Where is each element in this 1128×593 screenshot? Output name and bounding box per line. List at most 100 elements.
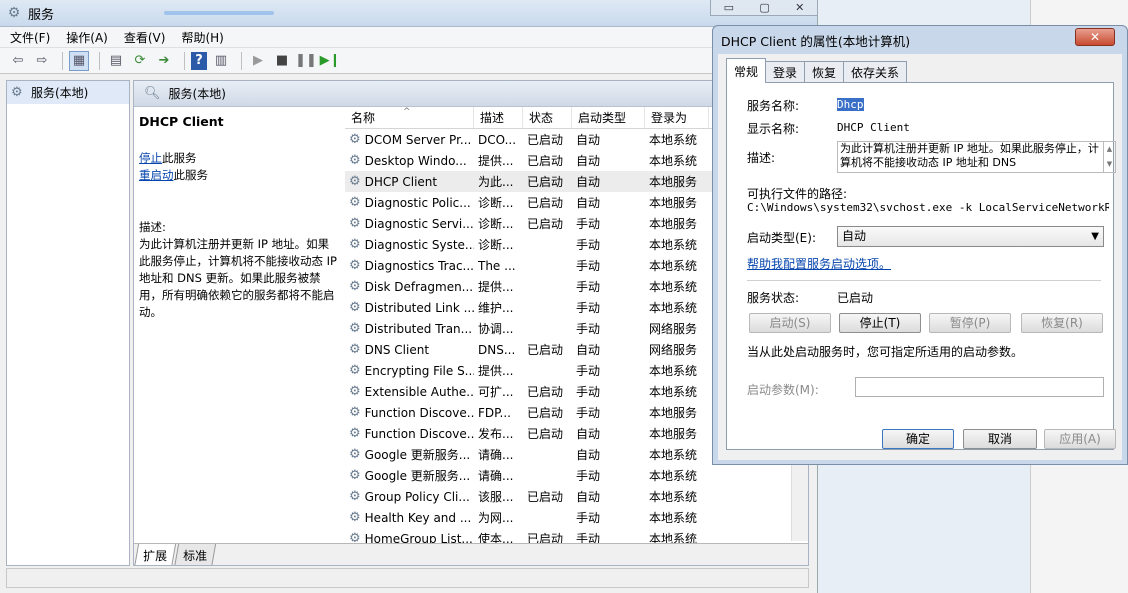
- description-box[interactable]: 为此计算机注册并更新 IP 地址。如果此服务停止，计算机将不能接收动态 IP 地…: [837, 141, 1104, 173]
- column-startup-type[interactable]: 启动类型: [572, 107, 645, 128]
- pause-button[interactable]: 暂停(P): [929, 313, 1011, 333]
- cell-startup-type: 自动: [576, 427, 601, 441]
- cell-startup-type: 手动: [576, 385, 601, 399]
- service-gear-icon: ⚙: [349, 489, 361, 504]
- table-row[interactable]: ⚙ Google 更新服务... 请确... 手动 本地系统: [345, 465, 808, 486]
- cell-name: ⚙ Group Policy Cli...: [349, 489, 470, 504]
- service-name-label: 服务名称:: [747, 99, 800, 113]
- services-panel: 🔍︎ 服务(本地) DHCP Client 停止此服务 重启动此服务 描述: 为…: [133, 80, 809, 566]
- properties-icon[interactable]: ▤: [106, 51, 126, 71]
- maximize-icon[interactable]: ▢: [759, 1, 769, 14]
- panel-header-label: 服务(本地): [168, 87, 226, 101]
- table-row[interactable]: ⚙ Group Policy Cli... 该服... 已启动 自动 本地系统: [345, 486, 808, 507]
- restart-icon[interactable]: ▶❙: [320, 51, 341, 71]
- tab-logon[interactable]: 登录: [765, 61, 806, 83]
- table-row[interactable]: ⚙ Health Key and ... 为网... 手动 本地系统: [345, 507, 808, 528]
- cell-name: ⚙ DHCP Client: [349, 174, 438, 189]
- close-icon[interactable]: ✕: [795, 1, 804, 14]
- back-icon[interactable]: ⇦: [8, 51, 28, 71]
- services-gear-icon: ⚙: [11, 85, 23, 100]
- cell-name: ⚙ Google 更新服务...: [349, 447, 471, 462]
- help-icon[interactable]: ?: [191, 51, 207, 70]
- tab-recovery[interactable]: 恢复: [804, 61, 845, 83]
- start-params-input[interactable]: [855, 377, 1104, 397]
- resume-button[interactable]: 恢复(R): [1021, 313, 1103, 333]
- cell-startup-type: 自动: [576, 490, 601, 504]
- cell-description: 请确...: [478, 448, 514, 462]
- cell-logon-as: 本地服务: [649, 427, 698, 441]
- restart-service-link[interactable]: 重启动: [139, 168, 174, 182]
- stop-icon[interactable]: ■: [272, 51, 292, 71]
- stop-service-link[interactable]: 停止: [139, 151, 162, 165]
- pause-icon[interactable]: ❚❚: [295, 51, 317, 71]
- cell-name: ⚙ Encrypting File S...: [349, 363, 474, 378]
- tab-standard[interactable]: 标准: [173, 544, 217, 565]
- cell-startup-type: 手动: [576, 280, 601, 294]
- play-icon[interactable]: ▶: [248, 51, 268, 71]
- cell-startup-type: 手动: [576, 469, 601, 483]
- cell-startup-type: 自动: [576, 196, 601, 210]
- column-status[interactable]: 状态: [523, 107, 572, 128]
- apply-button[interactable]: 应用(A): [1044, 429, 1116, 449]
- cell-logon-as: 本地服务: [649, 175, 698, 189]
- console-tree-icon[interactable]: ▦: [69, 50, 89, 71]
- tab-dependencies[interactable]: 依存关系: [843, 61, 908, 83]
- menu-file[interactable]: 文件(F): [10, 29, 50, 46]
- cell-startup-type: 自动: [576, 175, 601, 189]
- view-tabs: 扩展 标准: [134, 543, 808, 565]
- start-button[interactable]: 启动(S): [749, 313, 831, 333]
- cell-name: ⚙ Extensible Authe...: [349, 384, 474, 399]
- cell-description: 维护...: [478, 301, 514, 315]
- dialog-tabs: 常规 登录 恢复 依存关系: [726, 58, 908, 83]
- tree-item-services-local[interactable]: ⚙ 服务(本地): [7, 81, 129, 104]
- window-title: 服务: [28, 7, 55, 23]
- cell-startup-type: 手动: [576, 364, 601, 378]
- help-configure-link[interactable]: 帮助我配置服务启动选项。: [747, 255, 891, 272]
- forward-icon[interactable]: ⇨: [32, 51, 52, 71]
- service-status-label: 服务状态:: [747, 291, 800, 305]
- dialog-close-button[interactable]: ✕: [1075, 28, 1115, 46]
- cancel-button[interactable]: 取消: [963, 429, 1037, 449]
- cell-logon-as: 本地系统: [649, 259, 698, 273]
- description-label: 描述:: [139, 220, 166, 234]
- export-icon[interactable]: ➔: [154, 51, 174, 71]
- menu-help[interactable]: 帮助(H): [181, 29, 223, 46]
- refresh-icon[interactable]: ⟳: [130, 51, 150, 71]
- service-gear-icon: ⚙: [349, 405, 361, 420]
- cell-name: ⚙ Function Discove...: [349, 426, 474, 441]
- ok-button[interactable]: 确定: [882, 429, 954, 449]
- divider: [747, 280, 1101, 281]
- general-tab-page: 服务名称: Dhcp 显示名称: DHCP Client 描述: 为此计算机注册…: [726, 82, 1116, 450]
- restart-service-suffix: 此服务: [173, 168, 209, 182]
- menu-view[interactable]: 查看(V): [124, 29, 166, 46]
- column-logon-as[interactable]: 登录为: [645, 107, 709, 128]
- service-gear-icon: ⚙: [349, 216, 361, 231]
- dialog-body: 常规 登录 恢复 依存关系 服务名称: Dhcp 显示名称: DHCP Clie…: [718, 54, 1122, 460]
- service-gear-icon: ⚙: [349, 321, 361, 336]
- display-name-value[interactable]: DHCP Client: [837, 121, 910, 134]
- minimize-icon[interactable]: ▭: [724, 1, 734, 14]
- service-gear-icon: ⚙: [349, 132, 361, 147]
- view-icon[interactable]: ▥: [211, 51, 231, 71]
- cell-logon-as: 本地系统: [649, 301, 698, 315]
- cell-startup-type: 手动: [576, 511, 601, 525]
- toolbar-separator: [241, 51, 242, 70]
- stop-button[interactable]: 停止(T): [839, 313, 921, 333]
- tab-extended[interactable]: 扩展: [134, 544, 177, 565]
- service-gear-icon: ⚙: [349, 195, 361, 210]
- selected-service-name: DHCP Client: [139, 114, 224, 129]
- cell-logon-as: 本地服务: [649, 217, 698, 231]
- cell-name: ⚙ Distributed Tran...: [349, 321, 473, 336]
- column-name[interactable]: ^ 名称: [345, 107, 474, 128]
- description-scrollbar[interactable]: ▲ ▼: [1104, 141, 1116, 173]
- startup-type-select[interactable]: 自动 ▼: [837, 226, 1104, 247]
- tab-general[interactable]: 常规: [726, 58, 767, 83]
- cell-logon-as: 网络服务: [649, 343, 698, 357]
- cell-status: 已启动: [527, 217, 564, 231]
- cell-description: 提供...: [478, 280, 514, 294]
- cell-description: 请确...: [478, 469, 514, 483]
- column-description[interactable]: 描述: [474, 107, 523, 128]
- cell-status: 已启动: [527, 343, 564, 357]
- service-name-value[interactable]: Dhcp: [837, 98, 864, 111]
- menu-action[interactable]: 操作(A): [66, 29, 108, 46]
